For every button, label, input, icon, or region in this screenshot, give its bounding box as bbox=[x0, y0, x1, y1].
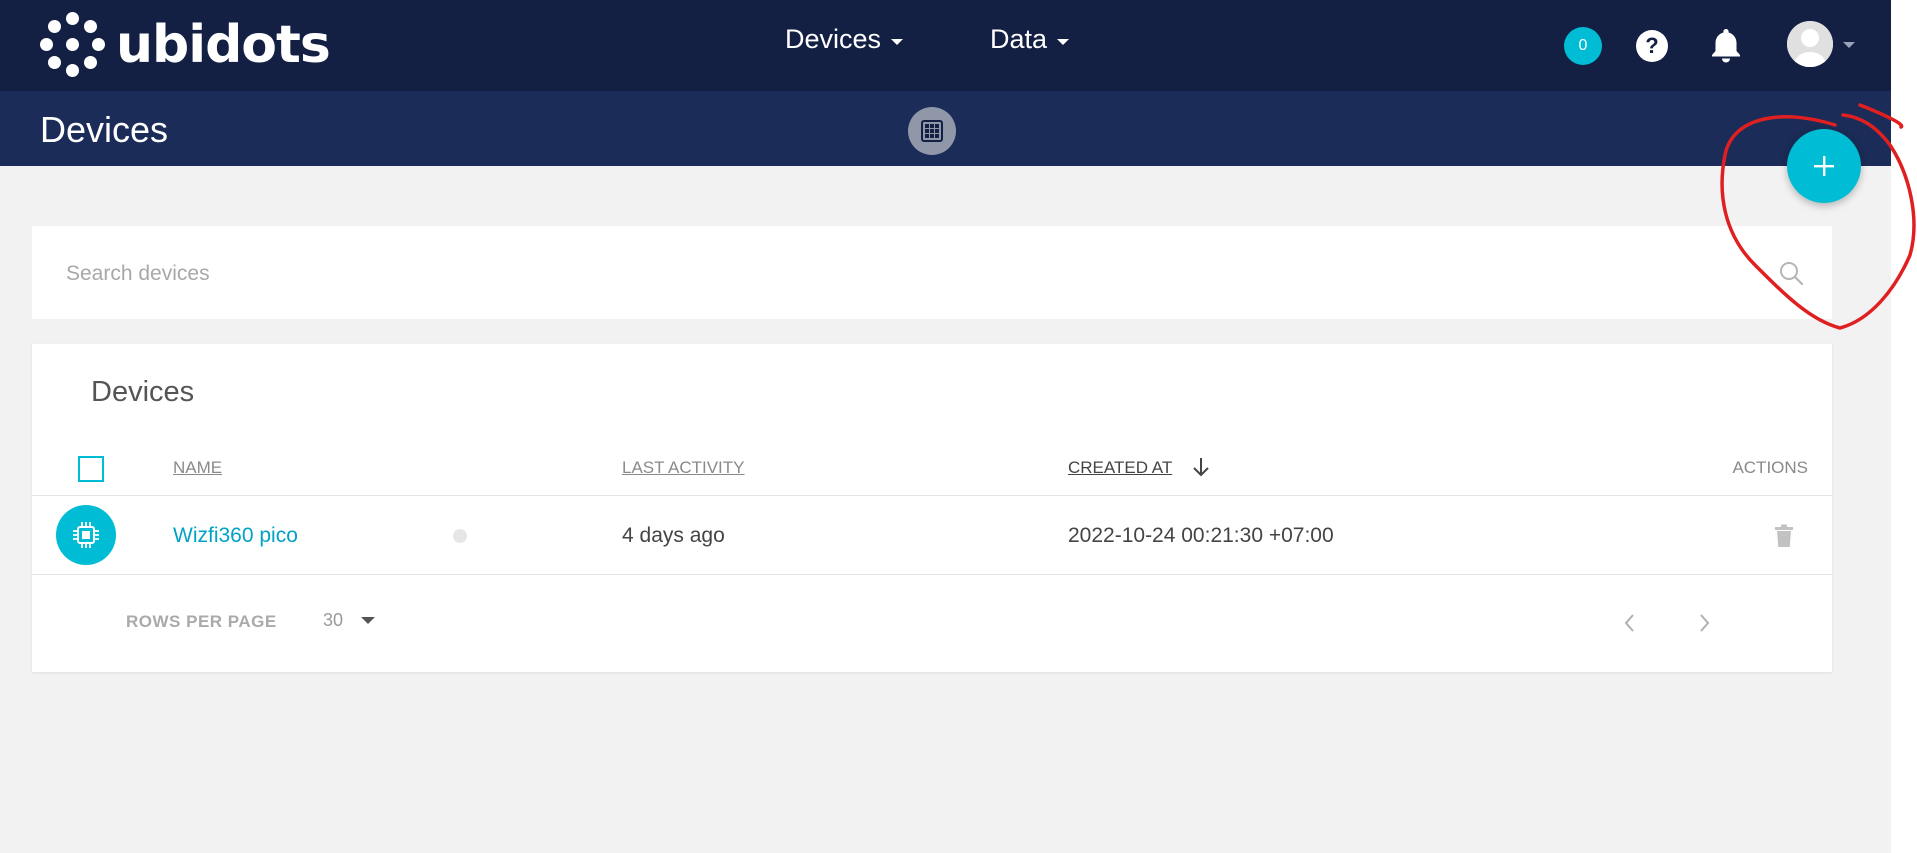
search-devices-input[interactable] bbox=[66, 254, 1716, 294]
help-icon[interactable]: ? bbox=[1636, 30, 1668, 62]
select-all-checkbox[interactable] bbox=[78, 456, 104, 482]
column-header-created-at[interactable]: CREATED AT bbox=[1068, 458, 1172, 478]
nav-devices-label: Devices bbox=[785, 24, 882, 54]
app: ubidots Devices Data 0 ? Devices Search … bbox=[0, 0, 1891, 853]
chevron-right-icon bbox=[1700, 614, 1710, 632]
chip-icon[interactable] bbox=[56, 505, 116, 565]
rows-per-page-value: 30 bbox=[323, 610, 344, 630]
device-name-link[interactable]: Wizfi360 pico bbox=[173, 524, 298, 548]
page-header: Devices bbox=[0, 91, 1891, 166]
add-device-button[interactable] bbox=[1787, 129, 1861, 203]
devices-card: Devices NAME LAST ACTIVITY CREATED AT AC… bbox=[32, 344, 1832, 672]
grid-icon bbox=[921, 120, 943, 142]
page-title: Devices bbox=[40, 109, 169, 150]
chevron-left-icon bbox=[1624, 614, 1634, 632]
nav-data-menu[interactable]: Data bbox=[990, 24, 1070, 55]
device-status-indicator bbox=[453, 529, 467, 543]
device-created-at: 2022-10-24 00:21:30 +07:00 bbox=[1068, 524, 1334, 547]
logo-text: ubidots bbox=[116, 15, 331, 75]
previous-page-button[interactable] bbox=[1618, 610, 1642, 636]
devices-card-title: Devices bbox=[91, 376, 195, 408]
plus-icon bbox=[1814, 156, 1834, 176]
footer-divider bbox=[32, 574, 1832, 575]
chevron-down-icon bbox=[361, 617, 376, 624]
notification-count-badge[interactable]: 0 bbox=[1564, 27, 1602, 65]
trash-icon[interactable] bbox=[1774, 524, 1794, 548]
arrow-down-icon[interactable] bbox=[1191, 456, 1211, 478]
column-header-name[interactable]: NAME bbox=[173, 458, 222, 478]
top-navbar: ubidots Devices Data 0 ? bbox=[0, 0, 1891, 91]
nav-devices-menu[interactable]: Devices bbox=[785, 24, 904, 55]
rows-per-page-select[interactable]: 30 bbox=[323, 610, 376, 631]
column-header-actions: ACTIONS bbox=[1732, 458, 1808, 477]
chevron-down-icon[interactable] bbox=[1843, 42, 1855, 48]
rows-per-page-label: ROWS PER PAGE bbox=[126, 612, 277, 631]
nav-data-label: Data bbox=[990, 24, 1048, 54]
logo-dots-icon bbox=[40, 12, 106, 78]
search-card bbox=[32, 226, 1832, 319]
table-row[interactable]: Wizfi360 pico 4 days ago 2022-10-24 00:2… bbox=[32, 496, 1832, 574]
search-icon[interactable] bbox=[1777, 259, 1807, 289]
bell-icon[interactable] bbox=[1708, 26, 1744, 64]
chevron-down-icon bbox=[891, 38, 904, 45]
column-header-last-activity[interactable]: LAST ACTIVITY bbox=[622, 458, 745, 478]
device-last-activity: 4 days ago bbox=[622, 524, 725, 547]
next-page-button[interactable] bbox=[1692, 610, 1716, 636]
ubidots-logo[interactable]: ubidots bbox=[40, 12, 331, 78]
user-avatar[interactable] bbox=[1787, 21, 1833, 67]
grid-view-toggle[interactable] bbox=[908, 107, 956, 155]
chevron-down-icon bbox=[1057, 38, 1070, 45]
